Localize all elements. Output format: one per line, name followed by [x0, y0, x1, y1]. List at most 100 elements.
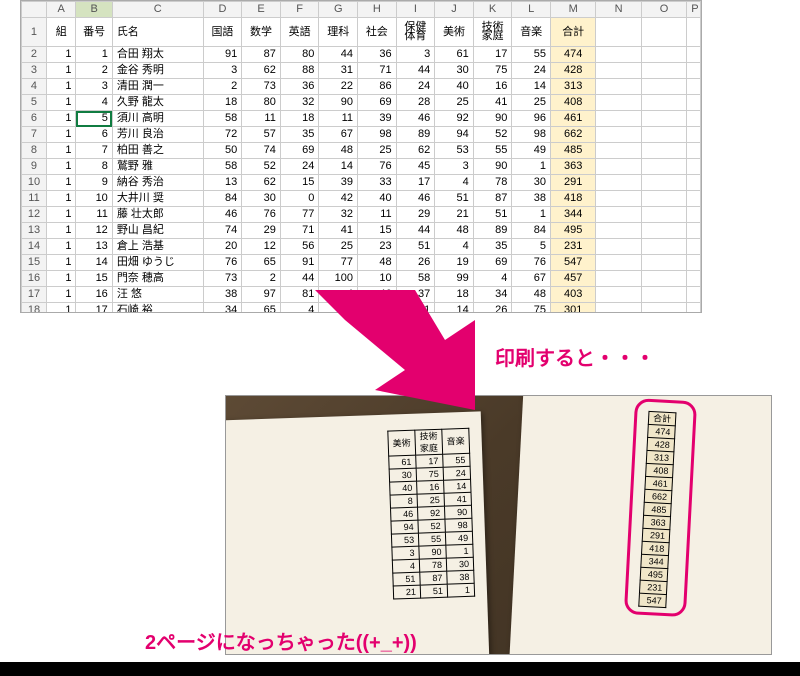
header-cell[interactable]	[687, 18, 701, 47]
cell[interactable]	[641, 95, 686, 111]
cell[interactable]: 61	[435, 47, 474, 63]
cell[interactable]: 495	[550, 223, 595, 239]
cell[interactable]: 46	[396, 191, 435, 207]
cell[interactable]: 89	[396, 127, 435, 143]
table-row[interactable]: 817柏田 善之507469482562535549485	[22, 143, 701, 159]
row-header[interactable]: 3	[22, 63, 47, 79]
cell[interactable]: 1	[46, 47, 76, 63]
row-header[interactable]: 17	[22, 287, 47, 303]
table-row[interactable]: 716芳川 良治725735679889945298662	[22, 127, 701, 143]
cell[interactable]: 41	[319, 223, 358, 239]
cell[interactable]: 1	[46, 287, 76, 303]
cell[interactable]: 38	[512, 191, 551, 207]
cell[interactable]: 29	[396, 207, 435, 223]
cell[interactable]	[596, 223, 641, 239]
header-cell[interactable]: 保健体育	[396, 18, 435, 47]
cell[interactable]: 403	[550, 287, 595, 303]
row-header[interactable]: 5	[22, 95, 47, 111]
cell[interactable]: 11	[319, 111, 358, 127]
cell[interactable]: 12	[242, 239, 281, 255]
cell[interactable]: 16	[76, 287, 112, 303]
table-row[interactable]: 1019納谷 秀治13621539331747830291	[22, 175, 701, 191]
cell[interactable]: 20	[203, 239, 242, 255]
cell[interactable]: 1	[46, 239, 76, 255]
cell[interactable]: 344	[550, 207, 595, 223]
cell[interactable]: 4	[76, 95, 112, 111]
cell[interactable]: 291	[550, 175, 595, 191]
cell[interactable]	[641, 175, 686, 191]
cell[interactable]	[687, 287, 701, 303]
cell[interactable]	[641, 127, 686, 143]
header-cell[interactable]: 技術家庭	[473, 18, 512, 47]
cell[interactable]	[641, 223, 686, 239]
cell[interactable]	[687, 95, 701, 111]
cell[interactable]: 1	[46, 159, 76, 175]
cell[interactable]: 19	[435, 255, 474, 271]
cell[interactable]: 41	[473, 95, 512, 111]
cell[interactable]: 40	[435, 79, 474, 95]
cell[interactable]: 67	[319, 127, 358, 143]
cell[interactable]	[596, 63, 641, 79]
cell[interactable]: 90	[319, 95, 358, 111]
cell[interactable]: 18	[280, 111, 319, 127]
cell[interactable]: 36	[358, 47, 397, 63]
cell[interactable]	[687, 223, 701, 239]
table-row[interactable]: 918鷲野 雅5852241476453901363	[22, 159, 701, 175]
cell[interactable]: 40	[358, 191, 397, 207]
cell[interactable]: 31	[319, 63, 358, 79]
cell[interactable]: 76	[203, 255, 242, 271]
row-header[interactable]: 7	[22, 127, 47, 143]
cell[interactable]	[596, 159, 641, 175]
cell[interactable]: 72	[203, 127, 242, 143]
cell[interactable]: 汪 悠	[112, 287, 203, 303]
cell[interactable]: 門奈 穂高	[112, 271, 203, 287]
cell[interactable]: 547	[550, 255, 595, 271]
cell[interactable]: 80	[242, 95, 281, 111]
col-header[interactable]: H	[358, 2, 397, 18]
cell[interactable]: 15	[280, 175, 319, 191]
cell[interactable]: 13	[76, 239, 112, 255]
cell[interactable]: 42	[319, 191, 358, 207]
row-header[interactable]: 1	[22, 18, 47, 47]
cell[interactable]: 87	[473, 191, 512, 207]
cell[interactable]	[596, 111, 641, 127]
cell[interactable]: 14	[76, 255, 112, 271]
cell[interactable]: 11	[76, 207, 112, 223]
cell[interactable]: 5	[76, 111, 112, 127]
header-cell[interactable]: 組	[46, 18, 76, 47]
cell[interactable]: 71	[358, 63, 397, 79]
cell[interactable]	[687, 143, 701, 159]
cell[interactable]: 30	[435, 63, 474, 79]
cell[interactable]	[641, 207, 686, 223]
col-header[interactable]: I	[396, 2, 435, 18]
header-cell[interactable]	[596, 18, 641, 47]
cell[interactable]: 49	[512, 143, 551, 159]
cell[interactable]: 4	[435, 239, 474, 255]
cell[interactable]: 74	[203, 223, 242, 239]
table-row[interactable]: 514久野 龍太188032906928254125408	[22, 95, 701, 111]
cell[interactable]: 1	[512, 207, 551, 223]
cell[interactable]: 11	[242, 111, 281, 127]
header-cell[interactable]: 合計	[550, 18, 595, 47]
cell[interactable]: 29	[242, 223, 281, 239]
cell[interactable]: 24	[512, 63, 551, 79]
cell[interactable]: 17	[396, 175, 435, 191]
cell[interactable]: 485	[550, 143, 595, 159]
cell[interactable]: 納谷 秀治	[112, 175, 203, 191]
cell[interactable]: 須川 高明	[112, 111, 203, 127]
cell[interactable]	[641, 79, 686, 95]
cell[interactable]: 55	[512, 47, 551, 63]
cell[interactable]: 合田 翔太	[112, 47, 203, 63]
cell[interactable]: 418	[550, 191, 595, 207]
col-header[interactable]: N	[596, 2, 641, 18]
cell[interactable]: 58	[203, 111, 242, 127]
cell[interactable]: 3	[396, 47, 435, 63]
cell[interactable]	[596, 143, 641, 159]
cell[interactable]: 3	[76, 79, 112, 95]
col-header[interactable]: B	[76, 2, 112, 18]
cell[interactable]: 96	[512, 111, 551, 127]
cell[interactable]: 46	[203, 207, 242, 223]
cell[interactable]: 363	[550, 159, 595, 175]
row-header[interactable]: 4	[22, 79, 47, 95]
cell[interactable]: 鷲野 雅	[112, 159, 203, 175]
